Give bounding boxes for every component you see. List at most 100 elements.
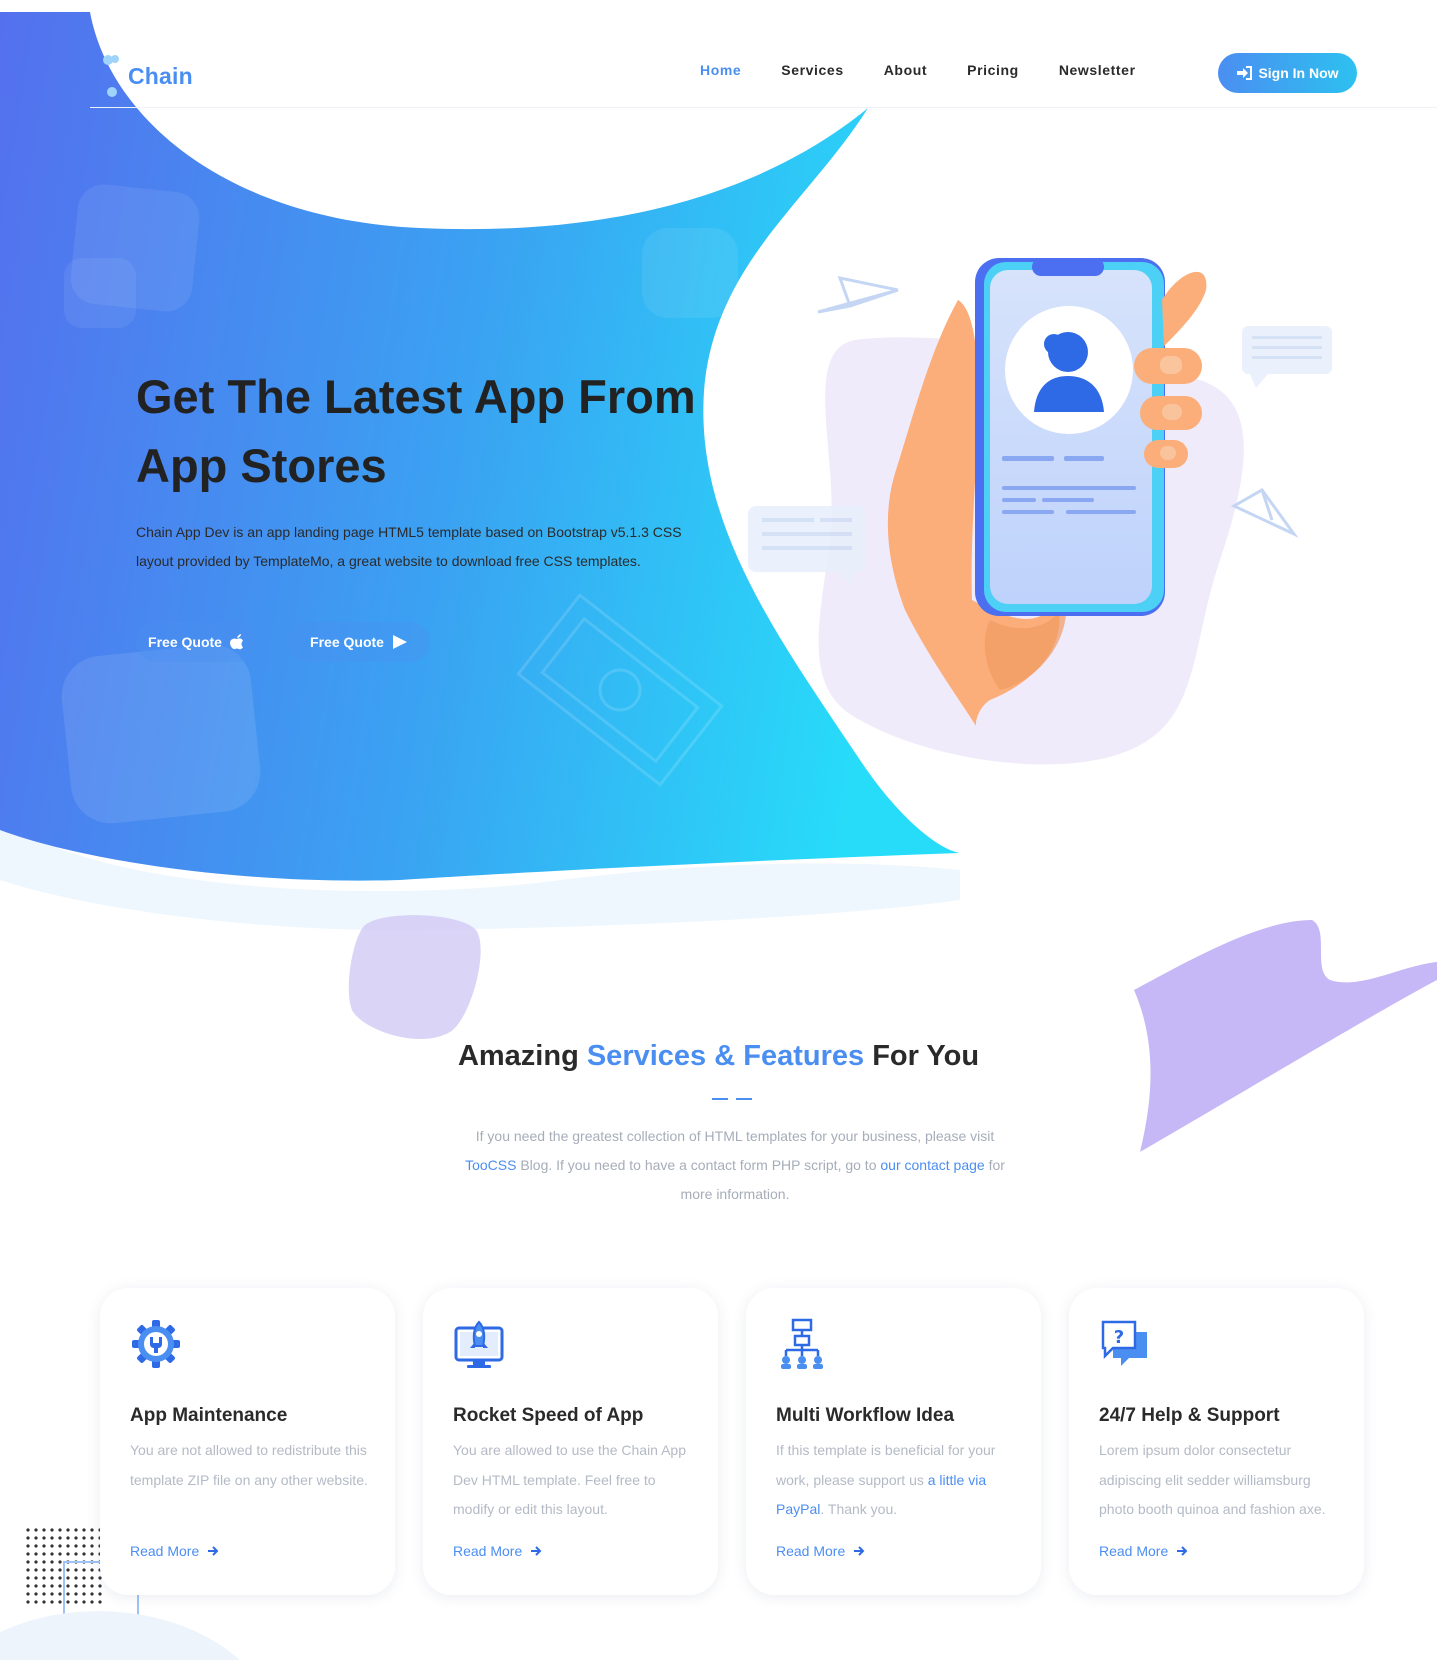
grid-dot bbox=[58, 1536, 62, 1540]
main-nav: Home Services About Pricing Newsletter bbox=[700, 62, 1176, 78]
service-card-help-support: ? 24/7 Help & Support Lorem ipsum dolor … bbox=[1069, 1288, 1364, 1595]
free-quote-apple-button[interactable]: Free Quote bbox=[136, 622, 256, 662]
grid-dot bbox=[82, 1568, 86, 1572]
grid-dot bbox=[58, 1576, 62, 1580]
grid-dot bbox=[42, 1544, 46, 1548]
grid-dot bbox=[90, 1552, 94, 1556]
site-header: Chain Home Services About Pricing Newsle… bbox=[0, 12, 1437, 108]
grid-dot bbox=[98, 1600, 102, 1604]
grid-dot bbox=[50, 1592, 54, 1596]
nav-newsletter[interactable]: Newsletter bbox=[1059, 62, 1136, 78]
services-desc-part1: If you need the greatest collection of H… bbox=[475, 1128, 995, 1144]
service-card-rocket-speed: Rocket Speed of App You are allowed to u… bbox=[423, 1288, 718, 1595]
grid-dot bbox=[50, 1536, 54, 1540]
service-card-multi-workflow: Multi Workflow Idea If this template is … bbox=[746, 1288, 1041, 1595]
grid-dot bbox=[66, 1584, 70, 1588]
grid-dot bbox=[58, 1584, 62, 1588]
card-title: Rocket Speed of App bbox=[453, 1405, 644, 1426]
grid-dot bbox=[90, 1576, 94, 1580]
free-quote-label: Free Quote bbox=[310, 634, 384, 650]
read-more-link[interactable]: Read More bbox=[130, 1543, 219, 1559]
brand-logo[interactable]: Chain bbox=[96, 50, 193, 102]
nav-home[interactable]: Home bbox=[700, 62, 741, 78]
grid-dot bbox=[50, 1552, 54, 1556]
nav-pricing[interactable]: Pricing bbox=[967, 62, 1019, 78]
header-divider bbox=[90, 107, 1437, 108]
title-dash-right bbox=[736, 1098, 752, 1100]
grid-dot bbox=[74, 1600, 78, 1604]
card-text: If this template is beneficial for your … bbox=[776, 1436, 1021, 1525]
grid-dot bbox=[34, 1528, 38, 1532]
nav-about[interactable]: About bbox=[884, 62, 927, 78]
grid-dot bbox=[66, 1528, 70, 1532]
card-text-part2: . Thank you. bbox=[820, 1501, 898, 1517]
grid-dot bbox=[26, 1536, 30, 1540]
grid-dot bbox=[34, 1600, 38, 1604]
card-text: Lorem ipsum dolor consectetur adipiscing… bbox=[1099, 1442, 1326, 1517]
grid-dot bbox=[58, 1560, 62, 1564]
grid-dot bbox=[74, 1536, 78, 1540]
grid-dot bbox=[50, 1584, 54, 1588]
services-title-prefix: Amazing bbox=[457, 1040, 579, 1072]
grid-dot bbox=[42, 1528, 46, 1532]
grid-dot bbox=[90, 1584, 94, 1588]
grid-dot bbox=[26, 1528, 30, 1532]
play-store-icon bbox=[392, 635, 407, 649]
grid-dot bbox=[82, 1552, 86, 1556]
grid-dot bbox=[74, 1592, 78, 1596]
grid-dot bbox=[34, 1544, 38, 1548]
grid-dot bbox=[74, 1544, 78, 1548]
grid-dot bbox=[26, 1584, 30, 1588]
arrow-right-icon bbox=[1177, 1546, 1188, 1556]
grid-dot bbox=[58, 1544, 62, 1548]
grid-dot bbox=[74, 1568, 78, 1572]
grid-dot bbox=[42, 1536, 46, 1540]
grid-dot bbox=[66, 1536, 70, 1540]
arrow-right-icon bbox=[854, 1546, 865, 1556]
grid-dot bbox=[42, 1552, 46, 1556]
free-quote-play-button[interactable]: Free Quote bbox=[288, 622, 430, 662]
grid-dot bbox=[58, 1568, 62, 1572]
bottom-arc-deco bbox=[0, 1611, 240, 1660]
grid-dot bbox=[50, 1576, 54, 1580]
read-more-link[interactable]: Read More bbox=[453, 1543, 542, 1559]
grid-dot bbox=[26, 1560, 30, 1564]
grid-dot bbox=[50, 1600, 54, 1604]
brand-name: Chain bbox=[128, 62, 193, 89]
services-title-suffix: For You bbox=[872, 1040, 980, 1072]
read-more-link[interactable]: Read More bbox=[776, 1543, 865, 1559]
card-title: 24/7 Help & Support bbox=[1099, 1405, 1280, 1426]
sign-in-button[interactable]: Sign In Now bbox=[1218, 53, 1357, 93]
toocss-link[interactable]: TooCSS bbox=[465, 1157, 516, 1173]
grid-dot bbox=[50, 1568, 54, 1572]
grid-dot bbox=[74, 1584, 78, 1588]
grid-dot bbox=[26, 1592, 30, 1596]
grid-dot bbox=[82, 1600, 86, 1604]
grid-dot bbox=[66, 1592, 70, 1596]
grid-dot bbox=[42, 1576, 46, 1580]
read-more-link[interactable]: Read More bbox=[1099, 1543, 1188, 1559]
read-more-label: Read More bbox=[776, 1543, 846, 1559]
contact-page-link[interactable]: our contact page bbox=[880, 1157, 984, 1173]
nav-services[interactable]: Services bbox=[781, 62, 843, 78]
grid-dot bbox=[42, 1600, 46, 1604]
grid-dot bbox=[26, 1544, 30, 1548]
hero-faint-square-2 bbox=[64, 258, 136, 328]
card-title: App Maintenance bbox=[130, 1405, 288, 1426]
grid-dot bbox=[90, 1592, 94, 1596]
grid-dot bbox=[90, 1528, 94, 1532]
arrow-right-icon bbox=[531, 1546, 542, 1556]
grid-dot bbox=[74, 1576, 78, 1580]
grid-dot bbox=[66, 1544, 70, 1548]
workflow-hierarchy-icon bbox=[781, 1318, 823, 1369]
sign-in-icon bbox=[1237, 66, 1253, 80]
read-more-label: Read More bbox=[1099, 1543, 1169, 1559]
chain-logo-icon bbox=[103, 55, 119, 97]
services-description: If you need the greatest collection of H… bbox=[455, 1122, 1015, 1209]
chat-bubble-right bbox=[1242, 326, 1332, 388]
grid-dot bbox=[26, 1576, 30, 1580]
grid-dot bbox=[58, 1528, 62, 1532]
grid-dot bbox=[26, 1568, 30, 1572]
grid-dot bbox=[90, 1536, 94, 1540]
grid-dot bbox=[34, 1536, 38, 1540]
